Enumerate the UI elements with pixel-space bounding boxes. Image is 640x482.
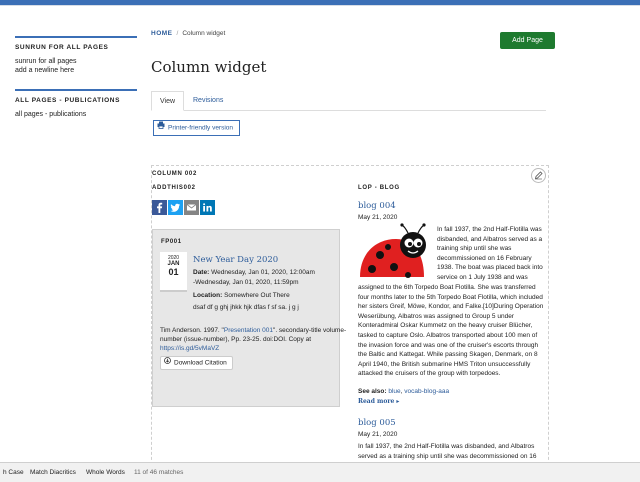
match-case-option[interactable]: h Case <box>3 469 24 476</box>
event-body: dsaf df g ghj jhkk hjk dfas f sf sa. j g… <box>193 304 299 311</box>
top-bar-shadow <box>0 5 640 6</box>
event-location-value: Somewhere Out There <box>224 292 290 299</box>
breadcrumb: HOME / Column widget <box>151 30 546 42</box>
date-badge-day: 01 <box>168 267 179 277</box>
sidebar-block-title: ALL PAGES - PUBLICATIONS <box>15 97 121 104</box>
download-icon <box>164 357 171 369</box>
citation-title-link[interactable]: Presentation 001 <box>224 327 273 334</box>
column-widget: COLUMN 002 ADDTHIS002 FP001 2020 JAN 01 … <box>151 165 549 470</box>
blog-post-date: May 21, 2020 <box>358 214 398 221</box>
read-more-link[interactable]: Read more ▸ <box>358 398 399 405</box>
linkedin-share-button[interactable] <box>200 200 215 215</box>
tab-revisions[interactable]: Revisions <box>185 91 231 111</box>
see-also-link-vocab[interactable]: vocab-blog-aaa <box>404 388 449 395</box>
add-page-button[interactable]: Add Page <box>500 32 555 49</box>
email-icon <box>184 200 199 215</box>
blog-post-title-link[interactable]: blog 004 <box>358 201 396 211</box>
main-header: HOME / Column widget Column widget <box>151 30 546 76</box>
twitter-share-button[interactable] <box>168 200 183 215</box>
see-also-label: See also: <box>358 388 387 395</box>
blog-post-body: In fall 1937, the 2nd Half-Flotilla was … <box>358 225 544 390</box>
download-citation-button[interactable]: Download Citation <box>160 356 233 370</box>
printer-icon <box>157 121 165 135</box>
blog-post-date: May 21, 2020 <box>358 431 398 438</box>
sidebar-block-line: sunrun for all pages <box>15 58 77 65</box>
sidebar-block-line: all pages - publications <box>15 111 87 118</box>
blog-post-text-beside: In fall 1937, the 2nd Half-Flotilla was … <box>437 226 543 281</box>
blog-post-text-full: assigned to the 6th Torpedo Boat Flotill… <box>358 284 544 378</box>
linkedin-icon <box>200 200 215 215</box>
date-badge: 2020 JAN 01 <box>160 252 187 292</box>
event-date-end: -Wednesday, Jan 01, 2020, 11:59pm <box>193 279 299 286</box>
breadcrumb-current: Column widget <box>182 30 226 37</box>
citation-text-pre: Tim Anderson. 1997. " <box>160 327 224 334</box>
sidebar-block-title: SUNRUN FOR ALL PAGES <box>15 44 109 51</box>
citation: Tim Anderson. 1997. "Presentation 001". … <box>160 326 350 353</box>
breadcrumb-home-link[interactable]: HOME <box>151 30 173 37</box>
fp-event-block: FP001 2020 JAN 01 New Year Day 2020 Date… <box>152 229 340 407</box>
facebook-share-button[interactable] <box>152 200 167 215</box>
tab-bar: View Revisions <box>151 91 546 111</box>
twitter-icon <box>168 200 183 215</box>
download-citation-label: Download Citation <box>174 359 227 367</box>
event-date-label: Date: <box>193 269 210 276</box>
edit-pencil-icon[interactable] <box>531 168 546 183</box>
facebook-icon <box>152 200 167 215</box>
event-location-label: Location: <box>193 292 223 299</box>
tab-view[interactable]: View <box>151 91 185 111</box>
citation-url-link[interactable]: https://is.gd/5vMaVZ <box>160 345 219 352</box>
column-title: COLUMN 002 <box>152 171 198 177</box>
sidebar-block-publications: ALL PAGES - PUBLICATIONS all pages - pub… <box>15 89 137 119</box>
event-title-link[interactable]: New Year Day 2020 <box>193 255 278 265</box>
see-also: See also: blue, vocab-blog-aaa <box>358 388 450 395</box>
sidebar: SUNRUN FOR ALL PAGES sunrun for all page… <box>15 36 137 131</box>
whole-words-option[interactable]: Whole Words <box>86 469 125 476</box>
event-location-line: Location: Somewhere Out There <box>193 292 290 299</box>
see-also-link-blue[interactable]: blue <box>388 388 400 395</box>
printer-friendly-button[interactable]: Printer-friendly version <box>153 120 240 136</box>
lop-blog-title: LOP - BLOG <box>358 185 400 191</box>
match-diacritics-option[interactable]: Match Diacritics <box>30 469 76 476</box>
match-count: 11 of 46 matches <box>134 469 184 476</box>
sidebar-block-sunrun: SUNRUN FOR ALL PAGES sunrun for all page… <box>15 36 137 75</box>
fp-title: FP001 <box>161 239 182 245</box>
email-share-button[interactable] <box>184 200 199 215</box>
event-date-line: Date: Wednesday, Jan 01, 2020, 12:00am <box>193 269 315 276</box>
sidebar-block-line: add a newline here <box>15 67 75 74</box>
page-title: Column widget <box>151 58 267 76</box>
printer-friendly-label: Printer-friendly version <box>168 124 234 132</box>
blog-post-title-link[interactable]: blog 005 <box>358 418 396 428</box>
event-date-start: Wednesday, Jan 01, 2020, 12:00am <box>211 269 315 276</box>
breadcrumb-separator: / <box>176 30 179 37</box>
addthis-title: ADDTHIS002 <box>152 185 196 191</box>
find-bar: h Case Match Diacritics Whole Words 11 o… <box>0 462 640 482</box>
